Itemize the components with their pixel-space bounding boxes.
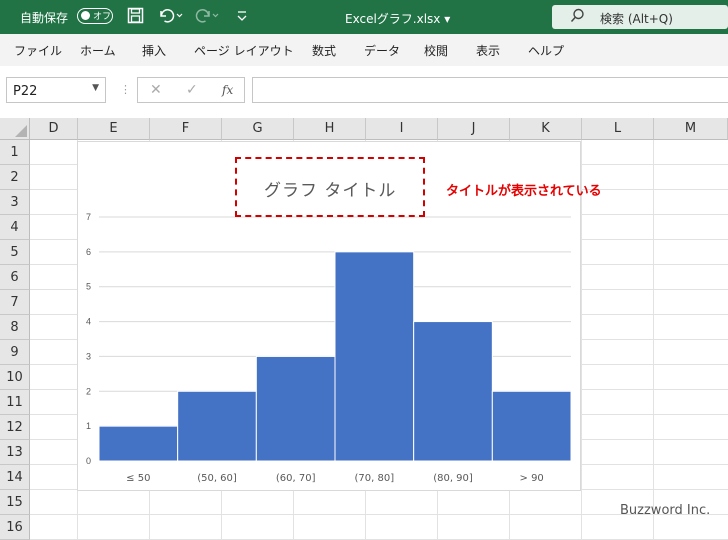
- y-tick-label: 2: [86, 386, 91, 396]
- enter-icon[interactable]: ✓: [186, 82, 198, 98]
- row-header-6[interactable]: 6: [0, 265, 30, 290]
- autosave-label: 自動保存: [20, 11, 69, 25]
- search-label: 検索 (Alt+Q): [600, 12, 673, 26]
- column-header-k[interactable]: K: [510, 118, 582, 140]
- redo-icon[interactable]: [195, 7, 221, 28]
- tab-page-layout[interactable]: ページ レイアウト: [194, 42, 294, 59]
- name-box[interactable]: P22 ▼: [6, 77, 106, 103]
- row-header-16[interactable]: 16: [0, 515, 30, 540]
- column-header-d[interactable]: D: [30, 118, 78, 140]
- row-header-8[interactable]: 8: [0, 315, 30, 340]
- row-header-4[interactable]: 4: [0, 215, 30, 240]
- histogram-bar[interactable]: [98, 425, 179, 462]
- row-header-11[interactable]: 11: [0, 390, 30, 415]
- row-header-10[interactable]: 10: [0, 365, 30, 390]
- tab-file[interactable]: ファイル: [14, 42, 62, 59]
- insert-function-icon[interactable]: fx: [222, 83, 233, 97]
- column-header-m[interactable]: M: [654, 118, 728, 140]
- formula-input[interactable]: [252, 77, 728, 103]
- grid-line: [653, 140, 654, 540]
- histogram-bar[interactable]: [255, 355, 336, 462]
- histogram-bar[interactable]: [491, 390, 572, 462]
- row-header-9[interactable]: 9: [0, 340, 30, 365]
- row-header-5[interactable]: 5: [0, 240, 30, 265]
- x-tick-label: > 90: [520, 473, 544, 484]
- title-highlight-box: [235, 157, 425, 217]
- y-tick-label: 3: [86, 351, 91, 361]
- column-header-l[interactable]: L: [582, 118, 654, 140]
- y-tick-label: 5: [86, 282, 91, 292]
- y-tick-label: 7: [86, 212, 91, 222]
- chevron-down-icon[interactable]: ▼: [92, 83, 99, 93]
- x-tick-label: (60, 70]: [276, 473, 316, 484]
- histogram-bar[interactable]: [334, 251, 415, 462]
- save-icon[interactable]: [127, 7, 144, 28]
- customize-toolbar-icon[interactable]: [236, 7, 248, 28]
- column-header-e[interactable]: E: [78, 118, 150, 140]
- watermark: Buzzword Inc.: [620, 503, 711, 518]
- toggle-knob: [81, 11, 90, 20]
- row-header-2[interactable]: 2: [0, 165, 30, 190]
- title-bar: 自動保存 オフ Excelグラフ.xlsx ▾ 検索 (Alt+Q): [0, 0, 728, 34]
- tab-insert[interactable]: 挿入: [142, 42, 166, 59]
- row-header-14[interactable]: 14: [0, 465, 30, 490]
- row-header-1[interactable]: 1: [0, 140, 30, 165]
- row-header-13[interactable]: 13: [0, 440, 30, 465]
- column-header-g[interactable]: G: [222, 118, 294, 140]
- tab-data[interactable]: データ: [364, 42, 400, 59]
- x-tick-label: (50, 60]: [197, 473, 237, 484]
- name-box-value: P22: [13, 84, 38, 99]
- tab-view[interactable]: 表示: [476, 42, 500, 59]
- histogram-bar[interactable]: [413, 321, 493, 462]
- tab-review[interactable]: 校閲: [424, 42, 448, 59]
- column-header-j[interactable]: J: [438, 118, 510, 140]
- tab-formulas[interactable]: 数式: [312, 42, 336, 59]
- x-tick-label: (80, 90]: [433, 473, 473, 484]
- x-tick-label: ≤ 50: [126, 473, 150, 484]
- y-tick-label: 1: [86, 421, 91, 431]
- histogram-bar[interactable]: [177, 390, 257, 462]
- search-icon: [570, 8, 585, 27]
- cancel-icon[interactable]: ✕: [150, 82, 162, 98]
- tab-home[interactable]: ホーム: [80, 42, 116, 59]
- callout-text: タイトルが表示されている: [446, 184, 602, 199]
- file-name[interactable]: Excelグラフ.xlsx ▾: [345, 10, 450, 27]
- row-header-15[interactable]: 15: [0, 490, 30, 515]
- autosave-state: オフ: [93, 12, 112, 22]
- select-all-corner[interactable]: [0, 118, 30, 140]
- ribbon-tabs: ファイル ホーム 挿入 ページ レイアウト 数式 データ 校閲 表示 ヘルプ: [0, 34, 728, 67]
- autosave-toggle[interactable]: オフ: [77, 8, 113, 24]
- more-options-icon[interactable]: ⋮: [120, 83, 131, 96]
- column-header-i[interactable]: I: [366, 118, 438, 140]
- undo-icon[interactable]: [157, 7, 183, 28]
- row-header-3[interactable]: 3: [0, 190, 30, 215]
- y-tick-label: 6: [86, 247, 91, 257]
- column-header-h[interactable]: H: [294, 118, 366, 140]
- row-header-7[interactable]: 7: [0, 290, 30, 315]
- y-tick-label: 0: [86, 456, 91, 466]
- y-tick-label: 4: [86, 317, 91, 327]
- formula-buttons: ✕ ✓ fx: [137, 77, 245, 103]
- search-box[interactable]: 検索 (Alt+Q): [552, 5, 728, 29]
- formula-bar: P22 ▼ ⋮ ✕ ✓ fx: [0, 66, 728, 119]
- x-tick-label: (70, 80]: [355, 473, 395, 484]
- row-header-12[interactable]: 12: [0, 415, 30, 440]
- column-header-f[interactable]: F: [150, 118, 222, 140]
- tab-help[interactable]: ヘルプ: [528, 42, 564, 59]
